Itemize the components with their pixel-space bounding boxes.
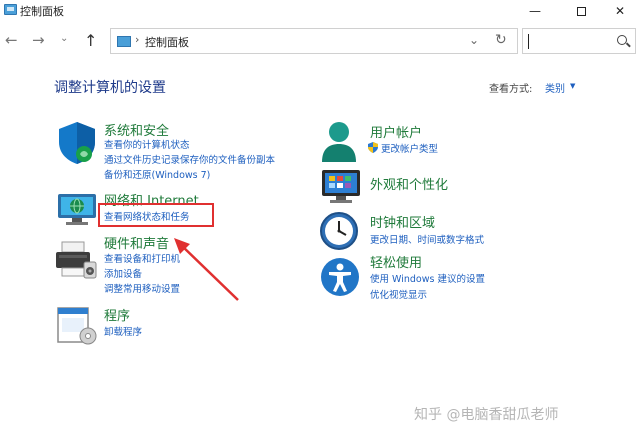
annotation-arrow-icon	[174, 238, 239, 301]
shield-icon[interactable]	[56, 120, 98, 166]
breadcrumb-chevron-icon[interactable]: ›	[135, 33, 139, 46]
link-change-date-time[interactable]: 更改日期、时间或数字格式	[370, 232, 484, 246]
link-recommended-settings[interactable]: 使用 Windows 建议的设置	[370, 271, 485, 285]
link-change-account-type[interactable]: 更改帐户类型	[381, 141, 438, 155]
refresh-button[interactable]: ↻	[495, 32, 507, 48]
text-cursor	[528, 34, 529, 49]
search-icon[interactable]	[617, 35, 627, 45]
breadcrumb-control-panel[interactable]: 控制面板	[145, 34, 189, 50]
minimize-icon: —	[529, 4, 541, 18]
close-button[interactable]: ✕	[600, 0, 640, 22]
link-mobility-settings[interactable]: 调整常用移动设置	[104, 281, 180, 295]
recent-locations-button[interactable]: ⌄	[60, 33, 68, 44]
appearance-icon[interactable]	[320, 166, 362, 206]
highlight-box	[98, 203, 214, 227]
view-by-dropdown[interactable]: 类别	[545, 80, 565, 95]
category-ease-of-access[interactable]: 轻松使用	[370, 252, 422, 271]
user-icon[interactable]	[320, 120, 358, 164]
maximize-button[interactable]	[558, 0, 604, 22]
category-appearance[interactable]: 外观和个性化	[370, 174, 448, 193]
title-bar: 控制面板 — ✕	[0, 0, 640, 22]
close-icon: ✕	[614, 4, 626, 18]
window-title: 控制面板	[20, 5, 64, 18]
view-by-label: 查看方式:	[489, 84, 533, 95]
category-user-accounts[interactable]: 用户帐户	[370, 122, 422, 141]
link-backup-restore[interactable]: 备份和还原(Windows 7)	[104, 167, 210, 181]
up-button[interactable]: ↑	[84, 31, 97, 50]
address-history-dropdown[interactable]: ⌄	[469, 33, 479, 47]
category-clock-region[interactable]: 时钟和区域	[370, 212, 435, 231]
chevron-down-icon[interactable]: ▼	[570, 82, 575, 90]
page-title: 调整计算机的设置	[54, 80, 166, 96]
printer-icon[interactable]	[54, 240, 98, 280]
link-optimize-display[interactable]: 优化视觉显示	[370, 287, 427, 301]
back-button[interactable]: ←	[5, 31, 18, 49]
search-input[interactable]	[522, 28, 636, 54]
link-view-computer-status[interactable]: 查看你的计算机状态	[104, 137, 190, 151]
navigation-bar: ← → ⌄ ↑ › 控制面板 ⌄ ↻	[0, 24, 640, 58]
accessibility-icon[interactable]	[319, 256, 361, 298]
clock-icon[interactable]	[318, 210, 360, 252]
category-hardware-sound[interactable]: 硬件和声音	[104, 233, 169, 252]
network-pc-icon[interactable]	[54, 190, 100, 228]
minimize-button[interactable]: —	[512, 0, 558, 22]
program-icon[interactable]	[56, 306, 98, 346]
watermark: 知乎 @电脑香甜瓜老师	[414, 407, 559, 423]
control-panel-icon	[4, 4, 17, 15]
uac-shield-icon	[368, 142, 378, 153]
link-add-device[interactable]: 添加设备	[104, 266, 142, 280]
forward-button[interactable]: →	[32, 31, 45, 49]
link-uninstall-program[interactable]: 卸载程序	[104, 324, 142, 338]
link-devices-printers[interactable]: 查看设备和打印机	[104, 251, 180, 265]
address-bar[interactable]: › 控制面板 ⌄ ↻	[110, 28, 518, 54]
control-panel-icon	[117, 36, 131, 47]
link-file-history[interactable]: 通过文件历史记录保存你的文件备份副本	[104, 152, 275, 166]
maximize-icon	[576, 6, 586, 16]
category-programs[interactable]: 程序	[104, 305, 130, 324]
